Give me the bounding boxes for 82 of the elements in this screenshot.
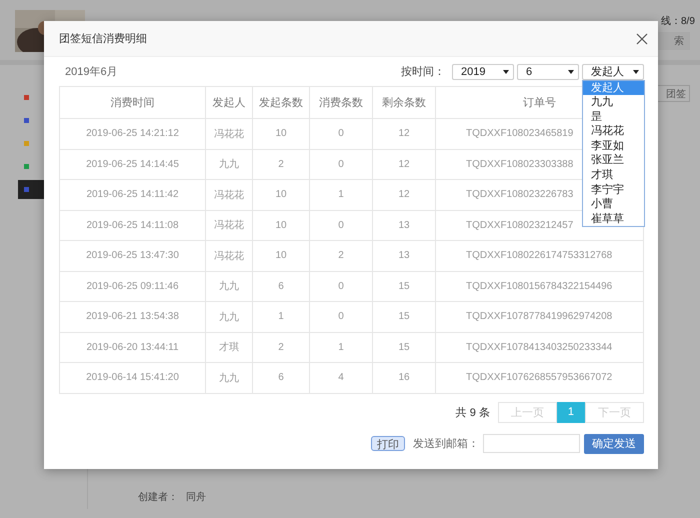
table-cell: 1 <box>310 332 372 362</box>
column-header: 剩余条数 <box>372 86 436 118</box>
dropdown-option[interactable]: 张亚兰 <box>583 153 644 168</box>
dropdown-option[interactable]: 小曹 <box>583 197 644 212</box>
close-icon[interactable] <box>636 32 648 44</box>
table-cell: 12 <box>372 118 436 149</box>
table-cell: 冯花花 <box>206 210 252 240</box>
table-cell: 10 <box>252 118 310 149</box>
select-field[interactable]: 6 <box>517 64 579 80</box>
table-cell: 12 <box>372 149 436 180</box>
table-cell: 2019-06-25 14:11:42 <box>60 180 206 210</box>
table-cell: 0 <box>310 302 372 332</box>
table-cell: 2019-06-25 14:21:12 <box>60 118 206 149</box>
total-count: 共 9 条 <box>456 406 490 420</box>
table-cell: TQDXXF1080226174753312768 <box>436 240 644 271</box>
table-cell: 2019-06-25 13:47:30 <box>60 240 206 271</box>
column-header: 消费条数 <box>310 86 372 118</box>
filter-label: 按时间： <box>401 65 445 79</box>
table-cell: 16 <box>372 362 436 393</box>
table-cell: TQDXXF1080156784322154496 <box>436 271 644 302</box>
dropdown-option[interactable]: 崔草草 <box>583 212 644 226</box>
sidebar-item[interactable] <box>18 180 44 199</box>
table-cell: 九九 <box>206 271 252 302</box>
table-cell: 九九 <box>206 302 252 332</box>
table-cell: 2019-06-25 14:14:45 <box>60 149 206 180</box>
table-cell: 2 <box>252 149 310 180</box>
dropdown-option[interactable]: 李宁宇 <box>583 182 644 198</box>
email-field[interactable] <box>483 434 580 453</box>
table-cell: 10 <box>252 180 310 210</box>
dropdown-option[interactable]: 李亚如 <box>583 138 644 154</box>
select-field[interactable]: 发起人 <box>582 64 644 80</box>
select-field[interactable]: 2019 <box>452 64 514 80</box>
caret-icon <box>633 70 639 74</box>
table-cell: 6 <box>252 362 310 393</box>
column-header: 发起人 <box>206 86 252 118</box>
table-cell: TQDXXF1078778419962974208 <box>436 302 644 332</box>
table-cell: 0 <box>310 271 372 302</box>
dropdown-option[interactable]: 才琪 <box>583 168 644 183</box>
table-cell: 13 <box>372 240 436 271</box>
table-cell: TQDXXF1076268557953667072 <box>436 362 644 393</box>
creator-name: 同舟 <box>186 490 206 504</box>
table-cell: TQDXXF1078413403250233344 <box>436 332 644 362</box>
table-cell: 10 <box>252 240 310 271</box>
table-cell: 九九 <box>206 149 252 180</box>
print-button[interactable]: 打印 <box>371 436 405 451</box>
table-cell: 15 <box>372 332 436 362</box>
table-cell: 0 <box>310 149 372 180</box>
dialog-title: 团签短信消费明细 <box>59 32 147 46</box>
table-cell: 2019-06-14 15:41:20 <box>60 362 206 393</box>
table-cell: 才琪 <box>206 332 252 362</box>
table-cell: 0 <box>310 210 372 240</box>
table-cell: 冯花花 <box>206 118 252 149</box>
period-label: 2019年6月 <box>64 65 118 79</box>
dropdown-option[interactable]: 昰 <box>583 110 644 124</box>
column-header: 消费时间 <box>60 86 206 118</box>
online-count: 线：8/9 <box>661 14 695 28</box>
caret-icon <box>568 70 574 74</box>
table-cell: 6 <box>252 271 310 302</box>
caret-icon <box>503 70 509 74</box>
table-cell: 1 <box>252 302 310 332</box>
table-cell: 1 <box>310 180 372 210</box>
table-cell: 2019-06-21 13:54:38 <box>60 302 206 332</box>
table-cell: 2 <box>252 332 310 362</box>
table-cell: 2019-06-20 13:44:11 <box>60 332 206 362</box>
table-cell: 12 <box>372 180 436 210</box>
table-cell: 冯花花 <box>206 180 252 210</box>
email-label: 发送到邮箱： <box>413 437 479 451</box>
column-header: 发起条数 <box>252 86 310 118</box>
table-cell: 九九 <box>206 362 252 393</box>
table-cell: 冯花花 <box>206 240 252 271</box>
table-cell: 15 <box>372 271 436 302</box>
table-cell: 4 <box>310 362 372 393</box>
table-cell: 2019-06-25 09:11:46 <box>60 271 206 302</box>
table-cell: 2 <box>310 240 372 271</box>
table-cell: 15 <box>372 302 436 332</box>
table-cell: 2019-06-25 14:11:08 <box>60 210 206 240</box>
creator-label: 创建者： <box>138 490 178 504</box>
table-cell: 0 <box>310 118 372 149</box>
table-cell: 10 <box>252 210 310 240</box>
dropdown-option[interactable]: 冯花花 <box>583 124 644 139</box>
table-cell: 13 <box>372 210 436 240</box>
send-button[interactable]: 确定发送 <box>584 434 644 454</box>
